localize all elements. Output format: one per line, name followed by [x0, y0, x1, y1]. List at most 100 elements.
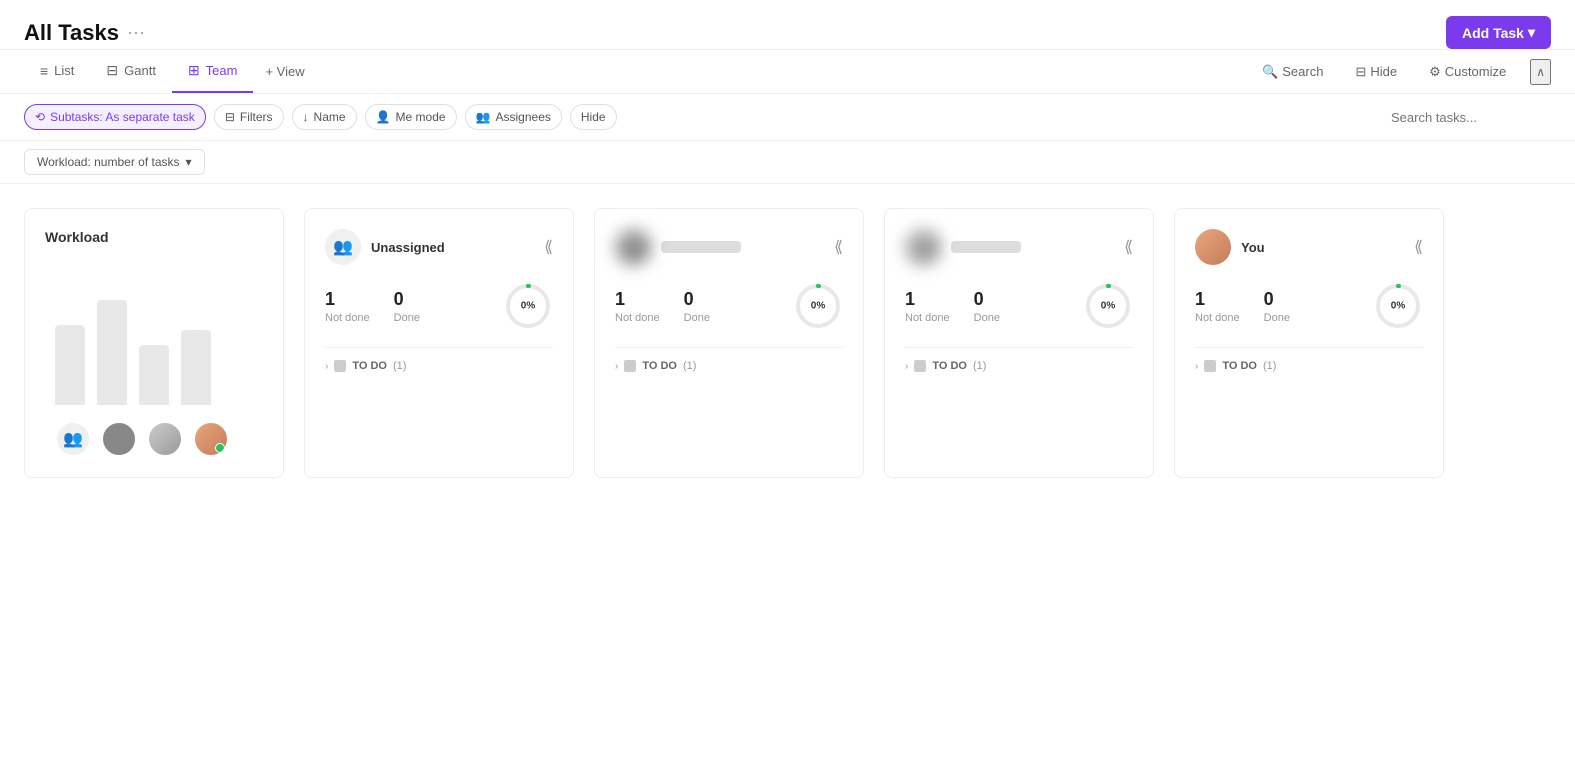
avatar-unassigned[interactable]: 👥: [55, 421, 91, 457]
search-tab-action[interactable]: 🔍 Search: [1254, 60, 1331, 84]
todo-chevron-3[interactable]: ›: [905, 361, 908, 372]
avatar-person1[interactable]: [101, 421, 137, 457]
stat-done-2: 0 Done: [684, 289, 710, 324]
done-number-3: 0: [974, 289, 1000, 310]
tab-gantt[interactable]: ⊟ Gantt: [90, 50, 172, 93]
stat-done-you: 0 Done: [1264, 289, 1290, 324]
todo-icon-3: [914, 360, 926, 372]
todo-icon-2: [624, 360, 636, 372]
collapse-you-icon[interactable]: ⟪: [1414, 237, 1423, 257]
workload-bars: [45, 265, 263, 405]
assignees-button[interactable]: 👥 Assignees: [465, 104, 562, 130]
done-number-you: 0: [1264, 289, 1290, 310]
person-card-2-header: ⟪: [615, 229, 843, 265]
search-label: Search: [1282, 64, 1323, 79]
not-done-label-you: Not done: [1195, 312, 1240, 324]
stats-row-unassigned: 1 Not done 0 Done 0%: [325, 281, 553, 331]
person-card-3-header: ⟪: [905, 229, 1133, 265]
me-mode-icon: 👤: [376, 110, 391, 124]
gantt-icon: ⊟: [106, 62, 118, 79]
avatar-person2[interactable]: [147, 421, 183, 457]
todo-label-you: TO DO: [1222, 360, 1257, 372]
hide-tab-action[interactable]: ⊟ Hide: [1347, 60, 1405, 84]
stat-not-done-unassigned: 1 Not done: [325, 289, 370, 324]
workload-chart-title: Workload: [45, 229, 263, 245]
workload-label: Workload: number of tasks: [37, 155, 180, 169]
done-number-unassigned: 0: [394, 289, 420, 310]
progress-circle-you: 0%: [1373, 281, 1423, 331]
todo-section-unassigned: › TO DO (1): [325, 360, 553, 372]
toolbar: ⟲ Subtasks: As separate task ⊟ Filters ↓…: [0, 94, 1575, 141]
stats-row-2: 1 Not done 0 Done 0%: [615, 281, 843, 331]
bar-col-1: [55, 325, 85, 405]
not-done-label-unassigned: Not done: [325, 312, 370, 324]
add-view-button[interactable]: + View: [253, 52, 316, 91]
tab-list[interactable]: ≡ List: [24, 51, 90, 93]
person-card-3: ⟪ 1 Not done 0 Done 0%: [884, 208, 1154, 478]
more-options-button[interactable]: ···: [127, 22, 145, 43]
collapse-3-icon[interactable]: ⟪: [1124, 237, 1133, 257]
todo-count-3: (1): [973, 360, 986, 372]
stat-done-unassigned: 0 Done: [394, 289, 420, 324]
subtasks-icon: ⟲: [35, 110, 45, 124]
todo-section-you: › TO DO (1): [1195, 360, 1423, 372]
todo-chevron-2[interactable]: ›: [615, 361, 618, 372]
todo-count-2: (1): [683, 360, 696, 372]
divider-3: [905, 347, 1133, 348]
search-tasks-input[interactable]: [1391, 110, 1551, 125]
not-done-label-2: Not done: [615, 312, 660, 324]
person-name-unassigned: Unassigned: [371, 240, 445, 255]
bar-2: [97, 300, 127, 405]
name-button[interactable]: ↓ Name: [292, 104, 357, 130]
hide-label: Hide: [1370, 64, 1397, 79]
subtasks-button[interactable]: ⟲ Subtasks: As separate task: [24, 104, 206, 130]
divider-2: [615, 347, 843, 348]
list-icon: ≡: [40, 63, 48, 79]
done-label-you: Done: [1264, 312, 1290, 324]
stat-not-done-2: 1 Not done: [615, 289, 660, 324]
customize-label: Customize: [1445, 64, 1506, 79]
filters-button[interactable]: ⊟ Filters: [214, 104, 284, 130]
stat-done-3: 0 Done: [974, 289, 1000, 324]
not-done-label-3: Not done: [905, 312, 950, 324]
todo-chevron-you[interactable]: ›: [1195, 361, 1198, 372]
person-card-you-header: You ⟪: [1195, 229, 1423, 265]
header-left: All Tasks ···: [24, 20, 145, 46]
stats-row-you: 1 Not done 0 Done 0%: [1195, 281, 1423, 331]
workload-dropdown[interactable]: Workload: number of tasks ▾: [24, 149, 205, 175]
todo-icon-unassigned: [334, 360, 346, 372]
avatar-unassigned-card: 👥: [325, 229, 361, 265]
avatar-you[interactable]: [193, 421, 229, 457]
stat-group-3: 1 Not done 0 Done: [905, 289, 1000, 324]
tabs-right-actions: 🔍 Search ⊟ Hide ⚙ Customize ∧: [1254, 59, 1551, 85]
progress-text-unassigned: 0%: [521, 301, 535, 312]
done-label-2: Done: [684, 312, 710, 324]
todo-icon-you: [1204, 360, 1216, 372]
stats-row-3: 1 Not done 0 Done 0%: [905, 281, 1133, 331]
tabs-collapse-button[interactable]: ∧: [1530, 59, 1551, 85]
person-name-3: [951, 241, 1021, 253]
add-task-button[interactable]: Add Task ▾: [1446, 16, 1551, 49]
todo-section-2: › TO DO (1): [615, 360, 843, 372]
todo-chevron-unassigned[interactable]: ›: [325, 361, 328, 372]
progress-text-2: 0%: [811, 301, 825, 312]
hide-button[interactable]: Hide: [570, 104, 617, 130]
progress-circle-2: 0%: [793, 281, 843, 331]
tab-gantt-label: Gantt: [124, 63, 156, 78]
page-title: All Tasks: [24, 20, 119, 46]
collapse-unassigned-icon[interactable]: ⟪: [544, 237, 553, 257]
me-mode-button[interactable]: 👤 Me mode: [365, 104, 457, 130]
workload-chevron-icon: ▾: [186, 155, 192, 169]
customize-tab-action[interactable]: ⚙ Customize: [1421, 60, 1514, 84]
workload-selector-container: Workload: number of tasks ▾: [0, 141, 1575, 184]
collapse-2-icon[interactable]: ⟪: [834, 237, 843, 257]
not-done-number-2: 1: [615, 289, 660, 310]
done-label-unassigned: Done: [394, 312, 420, 324]
person-card-unassigned: 👥 Unassigned ⟪ 1 Not done 0 Done: [304, 208, 574, 478]
tab-team[interactable]: ⊞ Team: [172, 50, 254, 93]
stat-group-you: 1 Not done 0 Done: [1195, 289, 1290, 324]
hide-toolbar-label: Hide: [581, 110, 606, 124]
assignees-icon: 👥: [476, 110, 491, 124]
bar-col-3: [139, 345, 169, 405]
progress-text-you: 0%: [1391, 301, 1405, 312]
